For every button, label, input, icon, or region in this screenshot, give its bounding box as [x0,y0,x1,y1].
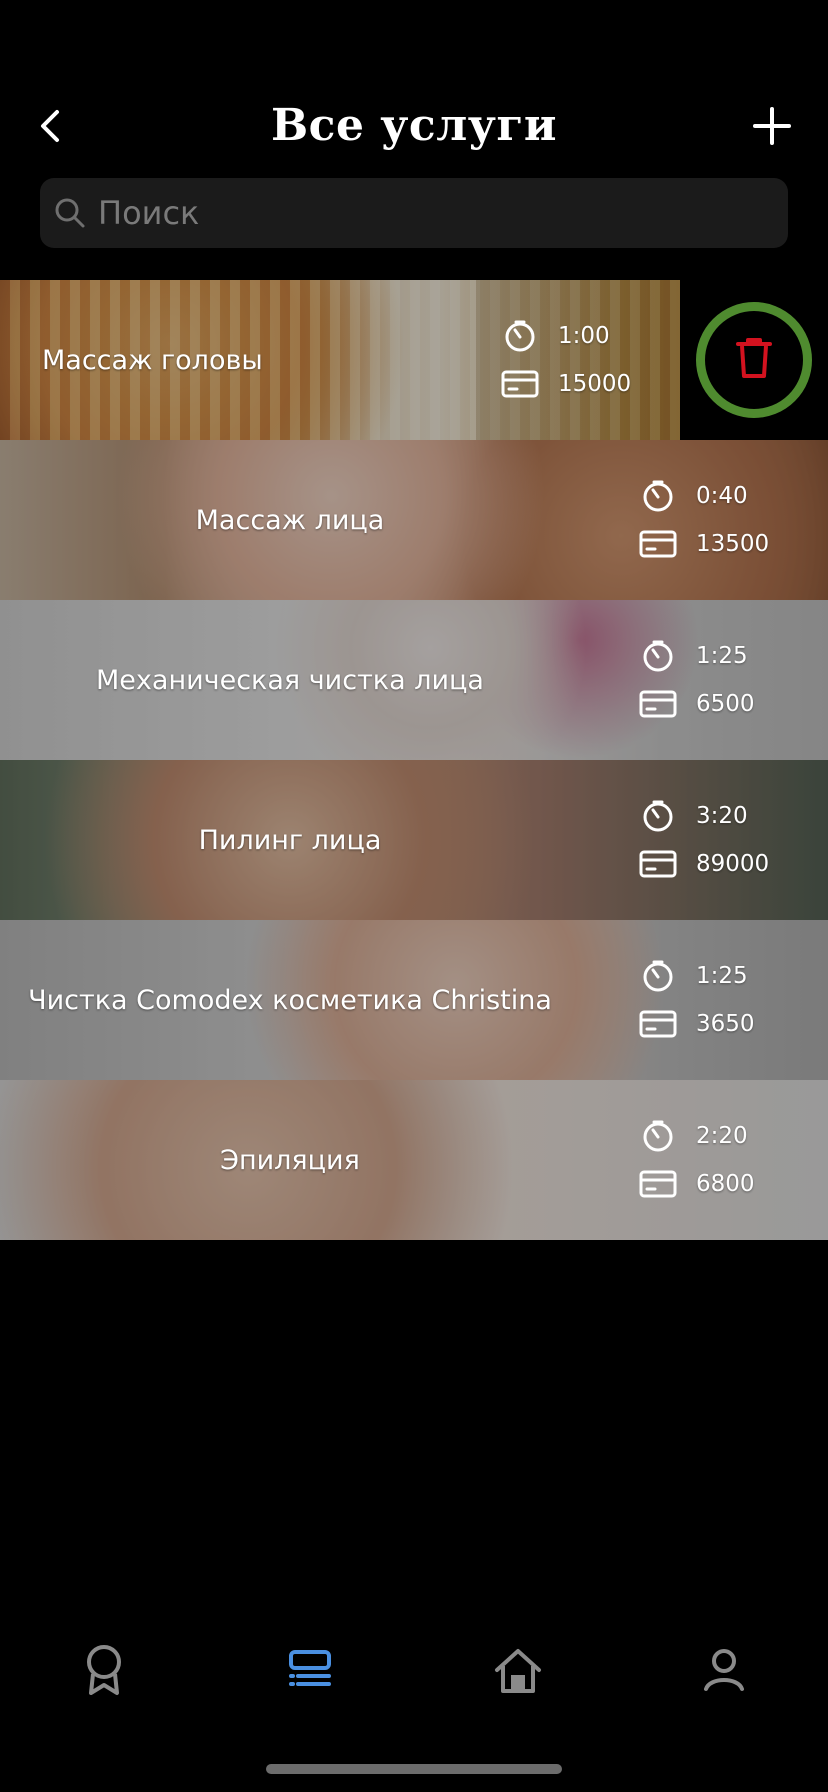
duration-value: 2:20 [696,1123,748,1149]
service-row[interactable]: Массаж головы 1:00 15000 [0,280,828,440]
service-row[interactable]: Механическая чистка лица 1:25 6500 [0,600,828,760]
service-price: 6500 [638,684,755,724]
service-price: 6800 [638,1164,755,1204]
card-icon [638,1004,678,1044]
price-value: 13500 [696,531,770,557]
card-icon [638,844,678,884]
search-input[interactable] [96,193,740,233]
header: Все услуги [0,88,828,172]
list-icon [288,1648,332,1696]
price-value: 6800 [696,1171,755,1197]
timer-icon [638,956,678,996]
service-price: 89000 [638,844,769,884]
badge-icon [83,1644,125,1700]
timer-icon [500,316,540,356]
service-name: Чистка Comodex косметика Christina [28,984,552,1016]
duration-value: 0:40 [696,483,748,509]
service-duration: 1:25 [638,956,748,996]
price-value: 3650 [696,1011,755,1037]
service-duration: 1:00 [500,316,610,356]
service-row-content[interactable]: Массаж головы 1:00 15000 [0,280,680,440]
card-icon [638,1164,678,1204]
duration-value: 1:25 [696,643,748,669]
service-row[interactable]: Эпиляция 2:20 6800 [0,1080,828,1240]
service-name: Механическая чистка лица [96,664,484,696]
page-title: Все услуги [270,100,558,151]
duration-value: 3:20 [696,803,748,829]
service-meta: 1:25 3650 [638,956,768,1048]
nav-item-badges[interactable] [72,1640,136,1704]
service-price: 13500 [638,524,769,564]
home-indicator [266,1764,562,1774]
duration-value: 1:25 [696,963,748,989]
service-price: 15000 [500,364,631,404]
trash-icon [734,336,774,384]
card-icon [500,364,540,404]
delete-button[interactable] [696,302,812,418]
duration-value: 1:00 [558,323,610,349]
service-name: Массаж головы [42,344,263,376]
service-row[interactable]: Пилинг лица 3:20 89000 [0,760,828,920]
service-duration: 0:40 [638,476,748,516]
price-value: 6500 [696,691,755,717]
bottom-nav [0,1640,828,1704]
add-service-button[interactable] [752,107,792,149]
price-value: 15000 [558,371,632,397]
service-name: Эпиляция [220,1144,360,1176]
service-row[interactable]: Массаж лица 0:40 13500 [0,440,828,600]
services-screen: Все услуги Массаж головы [0,0,828,1792]
timer-icon [638,1116,678,1156]
card-icon [638,524,678,564]
service-row[interactable]: Чистка Comodex косметика Christina 1:25 [0,920,828,1080]
service-name: Массаж лица [195,504,385,536]
service-meta: 3:20 89000 [638,796,769,888]
service-meta: 0:40 13500 [638,476,769,568]
nav-item-profile[interactable] [692,1640,756,1704]
plus-icon [753,107,791,149]
service-duration: 3:20 [638,796,748,836]
timer-icon [638,636,678,676]
timer-icon [638,796,678,836]
service-price: 3650 [638,1004,755,1044]
service-duration: 2:20 [638,1116,748,1156]
delete-area [680,280,828,440]
service-name: Пилинг лица [198,824,382,856]
search-bar [40,178,788,248]
price-value: 89000 [696,851,770,877]
service-duration: 1:25 [638,636,748,676]
service-meta: 1:00 15000 [500,316,631,408]
home-icon [493,1645,543,1699]
timer-icon [638,476,678,516]
nav-item-home[interactable] [486,1640,550,1704]
service-meta: 1:25 6500 [638,636,768,728]
nav-item-services[interactable] [278,1640,342,1704]
card-icon [638,684,678,724]
service-meta: 2:20 6800 [638,1116,768,1208]
search-icon [54,197,86,229]
services-list: Массаж головы 1:00 15000 Массаж лица 0:4… [0,280,828,1240]
profile-icon [702,1647,746,1697]
